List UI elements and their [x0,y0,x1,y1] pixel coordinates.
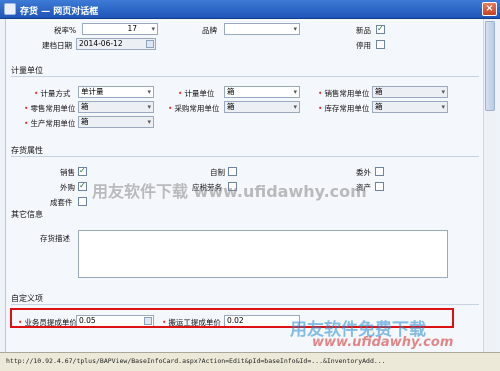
selfmade-attr-label: 自制 [210,168,225,177]
purchase-attr-checkbox[interactable] [78,181,87,191]
sales-unit-label: 销售常用单位 [318,88,369,99]
close-button[interactable]: × [482,2,497,16]
purchase-attr-label: 外购 [60,183,75,192]
window-icon [4,3,16,15]
consumable-attr-checkbox[interactable] [78,197,87,206]
sales-unit-select[interactable]: 箱 [372,86,448,98]
purchase-unit-select[interactable]: 箱 [224,101,300,113]
status-url: http://10.92.4.67/tplus/BAPView/BaseInfo… [6,357,386,365]
custom-section-title: 自定义项 [11,294,43,303]
status-bar: http://10.92.4.67/tplus/BAPView/BaseInfo… [0,352,500,371]
tax-rate-label: 税率% [54,26,77,35]
disabled-checkbox[interactable] [376,40,385,49]
outsource-attr-checkbox[interactable] [375,167,384,176]
sales-attr-checkbox[interactable] [78,166,87,176]
sales-attr-label: 销售 [60,168,75,177]
calendar-icon[interactable] [146,40,154,48]
consumable-attr-label: 成套件 [50,198,73,207]
attr-section-divider [11,156,479,157]
selfmade-attr-checkbox[interactable] [228,167,237,176]
brand-label: 品牌 [202,26,217,35]
production-unit-label: 生产常用单位 [24,118,75,129]
window-title: 存货 — 网页对话框 [20,7,99,17]
outsource-attr-label: 委外 [356,168,371,177]
purchase-unit-label: 采购常用单位 [168,103,219,114]
measure-method-label: 计量方式 [34,88,70,99]
new-product-label: 新品 [356,26,371,35]
brand-select[interactable] [224,23,300,35]
unit-section-title: 计量单位 [11,66,43,75]
bottom-watermark-url: www.ufidawhy.com [312,335,454,350]
scrollbar-thumb[interactable] [485,21,495,111]
retail-unit-label: 零售常用单位 [24,103,75,114]
description-textarea[interactable] [78,230,448,278]
created-date-field[interactable]: 2014-06-12 [76,38,156,50]
created-date-value: 2014-06-12 [79,39,123,48]
disabled-label: 停用 [356,41,371,50]
vertical-scrollbar[interactable] [483,19,496,352]
retail-unit-select[interactable]: 箱 [78,101,154,113]
other-section-title: 其它信息 [11,210,43,219]
measure-unit-label: 计量单位 [178,88,214,99]
production-unit-select[interactable]: 箱 [78,116,154,128]
measure-unit-select[interactable]: 箱 [224,86,300,98]
custom-section-divider [11,304,479,305]
attr-section-title: 存货属性 [11,146,43,155]
asset-attr-checkbox[interactable] [375,182,384,191]
stock-unit-label: 库存常用单位 [318,103,369,114]
stock-unit-select[interactable]: 箱 [372,101,448,113]
tax-rate-select[interactable]: 17 [82,23,158,35]
new-product-checkbox[interactable] [376,24,385,34]
created-date-label: 建档日期 [42,41,72,50]
measure-method-select[interactable]: 单计量 [78,86,154,98]
title-bar: 存货 — 网页对话框 × [0,0,500,19]
description-label: 存货描述 [40,234,70,243]
unit-section-divider [11,76,479,77]
center-watermark: 用友软件下载 www.ufidawhy.com [92,182,367,201]
